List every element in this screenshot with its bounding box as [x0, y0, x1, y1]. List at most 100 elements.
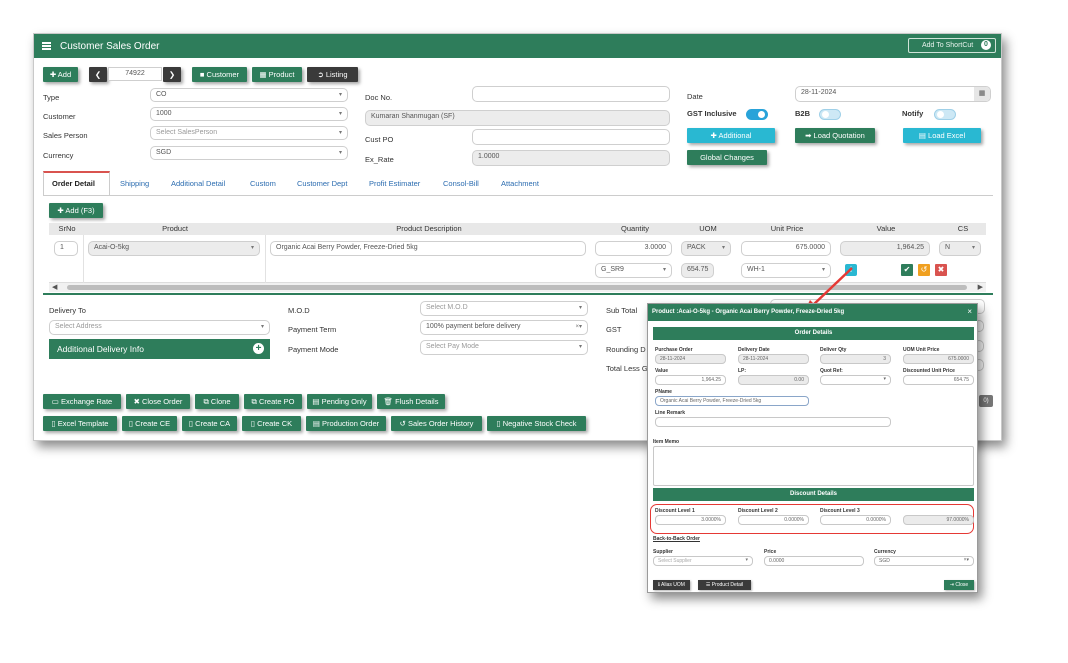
tab-additional-detail[interactable]: Additional Detail: [171, 179, 225, 188]
production-order-button[interactable]: ▤ Production Order: [306, 416, 386, 431]
tab-custom[interactable]: Custom: [250, 179, 276, 188]
scroll-left-icon[interactable]: ◀: [52, 283, 57, 291]
row-unit-price-input[interactable]: 675.0000: [741, 241, 831, 256]
create-ca-button[interactable]: ▯ Create CA: [182, 416, 237, 431]
row-srno[interactable]: 1: [54, 241, 78, 256]
discount-level3-label: Discount Level 3: [820, 508, 860, 514]
delivery-address-select[interactable]: Select Address ▾: [49, 320, 270, 335]
clone-button[interactable]: ⧉ Clone: [195, 394, 239, 409]
supplier-select[interactable]: Select Supplier ▾: [653, 556, 753, 566]
discount-level3-input[interactable]: 0.0000%: [820, 515, 891, 525]
uom-unit-price-label: UOM Unit Price: [903, 347, 940, 353]
discount-level1-input[interactable]: 3.0000%: [655, 515, 726, 525]
customer-button[interactable]: ■ Customer: [192, 67, 247, 82]
caret-icon: ▾: [662, 267, 666, 273]
create-ce-button[interactable]: ▯ Create CE: [122, 416, 177, 431]
notify-toggle[interactable]: [934, 109, 956, 120]
add-button[interactable]: ✚ Add: [43, 67, 78, 82]
customer-label: Customer: [43, 112, 76, 121]
excel-template-button[interactable]: ▯ Excel Template: [43, 416, 117, 431]
tab-divider: [43, 195, 993, 196]
additional-button[interactable]: ✚ Additional: [687, 128, 775, 143]
prev-order-button[interactable]: ❮: [89, 67, 107, 82]
row-quantity-input[interactable]: 3.0000: [595, 241, 672, 256]
customer-name-field: Kumaran Shanmugan (SF): [365, 110, 670, 126]
add-to-shortcut-button[interactable]: Add To ShortCut 0: [908, 38, 996, 53]
additional-delivery-info-button[interactable]: Additional Delivery Info +: [49, 339, 270, 359]
negative-stock-check-button[interactable]: ▯ Negative Stock Check: [487, 416, 586, 431]
pending-only-button[interactable]: ▤ Pending Only: [307, 394, 372, 409]
caret-icon: ×▾: [963, 557, 969, 563]
chevron-right-icon: ❯: [168, 70, 176, 79]
popup-close-button[interactable]: ⇥ Close: [944, 580, 974, 590]
product-button[interactable]: ▦ Product: [252, 67, 302, 82]
b2b-toggle[interactable]: [819, 109, 841, 120]
flush-details-button[interactable]: 🗑 Flush Details: [377, 394, 445, 409]
payment-term-select[interactable]: 100% payment before delivery ×▾: [420, 320, 588, 335]
line-remark-input[interactable]: [655, 417, 891, 427]
calendar-icon[interactable]: ▦: [974, 87, 990, 101]
caret-icon: ▾: [338, 92, 342, 98]
side-button[interactable]: 0): [979, 395, 993, 407]
docno-input[interactable]: [472, 86, 670, 102]
exchange-rate-button[interactable]: ▭ Exchange Rate: [43, 394, 121, 409]
pname-input[interactable]: Organic Acai Berry Powder, Freeze-Dried …: [655, 396, 809, 406]
order-details-header: Order Details: [653, 327, 974, 340]
global-changes-button[interactable]: Global Changes: [687, 150, 767, 165]
load-excel-button[interactable]: ▤ Load Excel: [903, 128, 981, 143]
lp-label: LP:: [738, 368, 747, 374]
delete-icon[interactable]: ✖: [935, 264, 947, 276]
deliver-qty-label: Deliver Qty: [820, 347, 847, 353]
tab-shipping[interactable]: Shipping: [120, 179, 149, 188]
gst-label: GST: [606, 325, 622, 334]
shortcut-label: Add To ShortCut: [922, 42, 974, 49]
close-order-button[interactable]: ✖ Close Order: [126, 394, 190, 409]
date-input[interactable]: 28-11-2024 ▦: [795, 86, 991, 102]
caret-icon: ▾: [338, 150, 342, 156]
menu-icon[interactable]: [42, 42, 51, 50]
row-tax-code-select[interactable]: G_SR9 ▾: [595, 263, 672, 278]
history-icon: ↺: [399, 419, 408, 428]
order-number-field[interactable]: 74922: [108, 67, 162, 81]
currency-select[interactable]: SGD ▾: [150, 146, 348, 160]
discount-level2-label: Discount Level 2: [738, 508, 778, 514]
next-order-button[interactable]: ❯: [163, 67, 181, 82]
listing-button[interactable]: ➲ Listing: [307, 67, 358, 82]
tab-consol-bill[interactable]: Consol-Bill: [443, 179, 479, 188]
tab-attachment[interactable]: Attachment: [501, 179, 539, 188]
custpo-input[interactable]: [472, 129, 670, 145]
create-ck-button[interactable]: ▯ Create CK: [242, 416, 301, 431]
tab-customer-dept[interactable]: Customer Dept: [297, 179, 347, 188]
load-quotation-button[interactable]: ➡ Load Quotation: [795, 128, 875, 143]
type-select[interactable]: CO ▾: [150, 88, 348, 102]
tab-profit-estimater[interactable]: Profit Estimater: [369, 179, 420, 188]
row-cs-select[interactable]: N ▾: [939, 241, 981, 256]
scroll-right-icon[interactable]: ▶: [978, 283, 983, 291]
gst-inclusive-toggle[interactable]: [746, 109, 768, 120]
tab-order-detail[interactable]: Order Detail: [52, 179, 95, 188]
alias-uom-button[interactable]: ℹ Alias UOM: [653, 580, 690, 590]
column-srno: SrNo: [58, 224, 76, 233]
create-po-button[interactable]: ⧉ Create PO: [244, 394, 302, 409]
price-input[interactable]: 0.0000: [764, 556, 864, 566]
row-description-input[interactable]: Organic Acai Berry Powder, Freeze-Dried …: [270, 241, 586, 256]
check-icon[interactable]: ✔: [901, 264, 913, 276]
discount-level2-input[interactable]: 0.0000%: [738, 515, 809, 525]
salesperson-select[interactable]: Select SalesPerson ▾: [150, 126, 348, 140]
row-uom-select[interactable]: PACK ▾: [681, 241, 731, 256]
sales-order-history-button[interactable]: ↺ Sales Order History: [391, 416, 482, 431]
plus-icon: ✚: [710, 131, 719, 140]
add-line-button[interactable]: ✚ Add (F3): [49, 203, 103, 218]
back-to-back-link[interactable]: Back-to-Back Order: [653, 536, 700, 542]
caret-icon: ▾: [721, 245, 725, 251]
quot-ref-select[interactable]: ▾: [820, 375, 891, 385]
product-detail-button[interactable]: ☰ Product Detail: [698, 580, 751, 590]
currency-select[interactable]: SGD ×▾: [874, 556, 974, 566]
row-product-select[interactable]: Acai-O-5kg ▾: [88, 241, 260, 256]
undo-icon[interactable]: ↺: [918, 264, 930, 276]
close-icon[interactable]: ×: [967, 307, 972, 316]
customer-select[interactable]: 1000 ▾: [150, 107, 348, 121]
payment-mode-select[interactable]: Select Pay Mode ▾: [420, 340, 588, 355]
mod-select[interactable]: Select M.O.D ▾: [420, 301, 588, 316]
item-memo-textarea[interactable]: [653, 446, 974, 486]
